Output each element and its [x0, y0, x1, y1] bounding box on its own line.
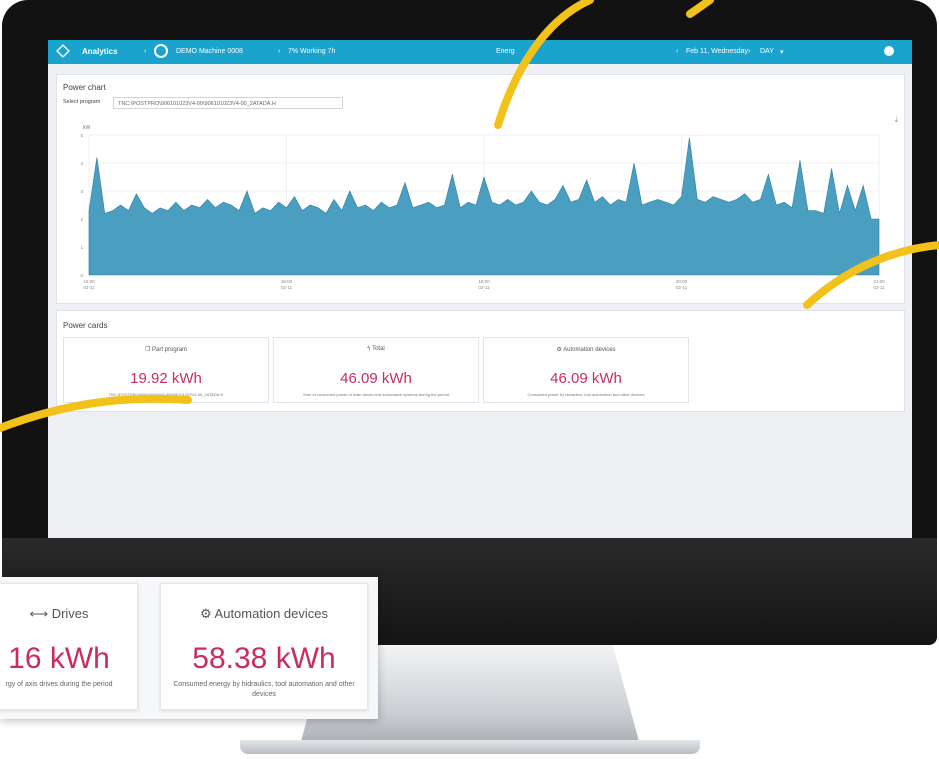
user-icon[interactable] — [884, 46, 894, 56]
card-total-title: ϟ Total — [274, 346, 478, 352]
popup-card-drives-title: ⟷ Drives — [0, 606, 137, 622]
y-tick-label: 4 — [80, 161, 83, 166]
x-tick-label: 21:00 — [873, 279, 885, 284]
y-tick-label: 0 — [80, 273, 83, 278]
popup-card-title-text: Automation devices — [214, 606, 328, 621]
x-tick-label: 02-11 — [676, 285, 688, 290]
x-tick-label: 20:00 — [676, 279, 688, 284]
chevron-down-icon[interactable]: ▾ — [780, 48, 784, 56]
power-area-chart: kW01234515:0002-1116:0002-1118:0002-1120… — [80, 125, 885, 290]
page-center-title: Energ — [496, 48, 515, 55]
app-screen: Analytics ‹ DEMO Machine 0008 › 7% Worki… — [48, 40, 912, 538]
machine-logo-icon — [154, 44, 168, 58]
y-tick-label: 5 — [80, 133, 83, 138]
popup-card-title-text: Drives — [51, 606, 89, 621]
automation-icon: ⚙ — [199, 606, 215, 621]
card-title-text: Total — [372, 346, 385, 352]
next-machine-arrow-icon[interactable]: › — [278, 48, 280, 55]
program-select-value: TNC:\POSTPRO\906101023V4-00\906101023V4-… — [118, 101, 276, 107]
card-part-program-title: ❒ Part program — [64, 346, 268, 353]
zoomed-cards-callout: ⟷ Drives 16 kWh rgy of axis drives durin… — [0, 577, 378, 719]
program-select[interactable]: TNC:\POSTPRO\906101023V4-00\906101023V4-… — [113, 97, 343, 109]
next-date-arrow-icon[interactable]: › — [748, 48, 750, 55]
top-bar: Analytics ‹ DEMO Machine 0008 › 7% Worki… — [48, 40, 912, 64]
prev-machine-arrow-icon[interactable]: ‹ — [144, 48, 146, 55]
card-title-text: Part program — [152, 347, 188, 353]
range-select[interactable]: DAY — [760, 48, 774, 55]
card-total: ϟ Total 46.09 kWh Sum of consumed power … — [273, 337, 479, 403]
power-cards-panel: Power cards ❒ Part program 19.92 kWh TNC… — [56, 310, 905, 412]
popup-card-automation-desc: Consumed energy by hidraulics, tool auto… — [173, 681, 355, 698]
x-tick-label: 02-11 — [478, 285, 490, 290]
machine-status: 7% Working 7h — [288, 48, 336, 55]
popup-card-automation-title: ⚙ Automation devices — [161, 606, 367, 622]
popup-card-drives: ⟷ Drives 16 kWh rgy of axis drives durin… — [0, 583, 138, 710]
drives-icon: ⟷ — [29, 606, 52, 621]
x-tick-label: 16:00 — [281, 279, 293, 284]
card-part-program-value: 19.92 kWh — [130, 370, 202, 387]
x-tick-label: 15:00 — [83, 279, 95, 284]
cube-icon: ❒ — [144, 347, 153, 353]
card-part-program: ❒ Part program 19.92 kWh TNC:\POSTPRO\90… — [63, 337, 269, 403]
card-automation-value: 46.09 kWh — [550, 370, 622, 387]
select-program-label: Select program — [63, 99, 101, 105]
app-logo-icon[interactable] — [56, 44, 70, 58]
x-tick-label: 02-11 — [83, 285, 95, 290]
power-chart-title: Power chart — [63, 83, 106, 92]
x-tick-label: 02-11 — [873, 285, 885, 290]
popup-card-drives-value: 16 kWh — [8, 642, 110, 675]
popup-card-automation-value: 58.38 kWh — [192, 642, 336, 675]
x-tick-label: 18:00 — [478, 279, 490, 284]
y-axis-label: kW — [83, 125, 91, 131]
date-label[interactable]: Feb 11, Wednesday — [686, 48, 748, 55]
download-icon[interactable]: ⤓ — [894, 115, 898, 125]
y-tick-label: 1 — [80, 245, 83, 250]
machine-name[interactable]: DEMO Machine 0008 — [176, 48, 243, 55]
power-chart-panel: Power chart Select program TNC:\POSTPRO\… — [56, 74, 905, 304]
power-cards-title: Power cards — [63, 321, 108, 330]
popup-card-drives-desc: rgy of axis drives during the period — [5, 681, 113, 688]
card-total-desc: Sum of consumed power of main drives and… — [303, 392, 449, 397]
card-automation-desc: Consumed power by hidraulics, tool autom… — [527, 392, 645, 397]
app-title: Analytics — [82, 47, 118, 56]
card-part-program-desc: TNC:\POSTPRO\906101023V4-00\906101023V4-… — [108, 392, 224, 397]
prev-date-arrow-icon[interactable]: ‹ — [676, 48, 678, 55]
popup-card-automation: ⚙ Automation devices 58.38 kWh Consumed … — [160, 583, 368, 710]
y-tick-label: 3 — [80, 189, 83, 194]
card-automation: ⚙ Automation devices 46.09 kWh Consumed … — [483, 337, 689, 403]
monitor-stand-base — [240, 740, 700, 754]
card-automation-title: ⚙ Automation devices — [484, 346, 688, 353]
card-total-value: 46.09 kWh — [340, 370, 412, 387]
y-tick-label: 2 — [80, 217, 83, 222]
x-tick-label: 02-11 — [281, 285, 293, 290]
card-title-text: Automation devices — [563, 347, 616, 353]
